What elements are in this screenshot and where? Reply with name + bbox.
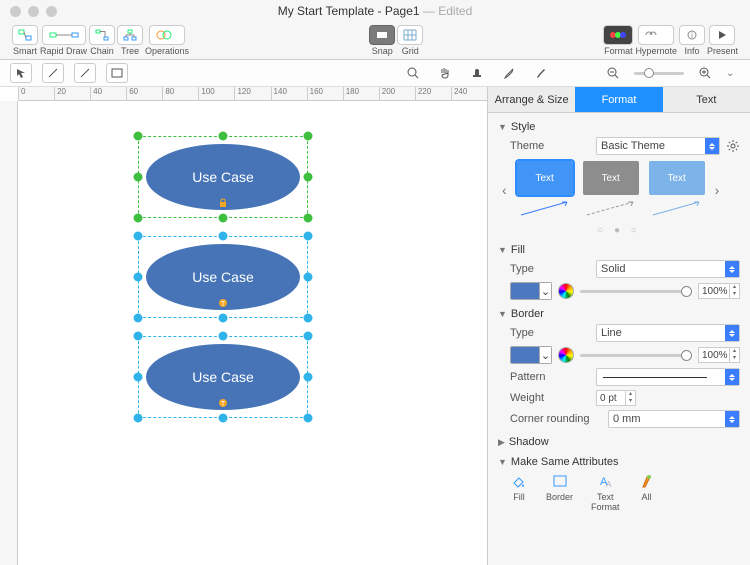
- theme-prev-icon[interactable]: ‹: [502, 182, 507, 198]
- fill-color-swatch[interactable]: ⌄: [510, 282, 552, 300]
- border-opacity-field[interactable]: 100%▴▾: [698, 347, 740, 363]
- svg-text:T: T: [221, 401, 226, 408]
- hypernote-tool[interactable]: Hypernote: [635, 25, 677, 56]
- tab-arrange-size[interactable]: Arrange & Size: [488, 87, 575, 112]
- ruler-horizontal: 020406080100120140160180200220240: [18, 87, 487, 101]
- snap-tool[interactable]: Snap: [369, 25, 395, 56]
- text-tool[interactable]: [106, 63, 128, 83]
- fill-section-header[interactable]: ▼Fill: [498, 244, 740, 256]
- brush-tool[interactable]: [530, 63, 552, 83]
- operations-tool[interactable]: Operations: [145, 25, 189, 56]
- use-case-shape[interactable]: Use CaseT: [138, 336, 308, 418]
- theme-card-3[interactable]: Text: [649, 161, 705, 219]
- border-color-wheel[interactable]: [558, 347, 574, 363]
- info-tool[interactable]: iInfo: [679, 25, 705, 56]
- border-type-select[interactable]: Line: [596, 324, 740, 342]
- gear-icon[interactable]: [726, 139, 740, 153]
- shadow-section-header[interactable]: ▶Shadow: [498, 436, 740, 448]
- style-section-header[interactable]: ▼Style: [498, 121, 740, 133]
- fill-type-label: Type: [510, 263, 590, 275]
- tab-format[interactable]: Format: [575, 87, 662, 112]
- theme-label: Theme: [510, 140, 590, 152]
- fill-color-wheel[interactable]: [558, 283, 574, 299]
- svg-text:i: i: [691, 31, 693, 40]
- smart-tool[interactable]: Smart: [12, 25, 38, 56]
- inspector-panel: Arrange & Size Format Text ▼Style Theme …: [487, 87, 750, 565]
- present-tool[interactable]: Present: [707, 25, 738, 56]
- window-titlebar: My Start Template - Page1 — Edited: [0, 0, 750, 22]
- lock-icon: [218, 198, 228, 208]
- badge-icon: T: [218, 298, 228, 308]
- border-section-header[interactable]: ▼Border: [498, 308, 740, 320]
- same-fill-button[interactable]: Fill: [510, 472, 528, 512]
- grid-tool[interactable]: Grid: [397, 25, 423, 56]
- weight-label: Weight: [510, 392, 590, 404]
- corner-select[interactable]: 0 mm: [608, 410, 740, 428]
- same-all-button[interactable]: All: [638, 472, 656, 512]
- same-attrs-header[interactable]: ▼Make Same Attributes: [498, 456, 740, 468]
- window-controls[interactable]: [10, 6, 57, 17]
- connector-tool[interactable]: [74, 63, 96, 83]
- use-case-shape[interactable]: Use CaseT: [138, 236, 308, 318]
- format-tool[interactable]: Format: [603, 25, 633, 56]
- zoom-slider[interactable]: [634, 72, 684, 75]
- theme-card-1[interactable]: Text: [517, 161, 573, 219]
- fill-type-select[interactable]: Solid: [596, 260, 740, 278]
- tree-tool[interactable]: Tree: [117, 25, 143, 56]
- svg-text:T: T: [221, 301, 226, 308]
- theme-select[interactable]: Basic Theme: [596, 137, 720, 155]
- arrow-tool[interactable]: [10, 63, 32, 83]
- zoom-search-icon[interactable]: [402, 63, 424, 83]
- tab-text[interactable]: Text: [663, 87, 750, 112]
- ruler-vertical: [0, 101, 18, 565]
- pattern-select[interactable]: [596, 368, 740, 386]
- canvas-area[interactable]: 020406080100120140160180200220240 Use Ca…: [0, 87, 487, 565]
- zoom-in-icon[interactable]: [694, 63, 716, 83]
- zoom-dropdown-icon[interactable]: ⌄: [726, 68, 740, 79]
- theme-card-2[interactable]: Text: [583, 161, 639, 219]
- same-border-button[interactable]: Border: [546, 472, 573, 512]
- stamp-tool[interactable]: [466, 63, 488, 83]
- eyedropper-tool[interactable]: [498, 63, 520, 83]
- border-type-label: Type: [510, 327, 590, 339]
- corner-label: Corner rounding: [510, 413, 602, 425]
- main-toolbar: Smart Rapid Draw Chain Tree Operations S…: [0, 22, 750, 60]
- line-tool[interactable]: [42, 63, 64, 83]
- same-textformat-button[interactable]: AAText Format: [591, 472, 620, 512]
- sub-toolbar: ⌄: [0, 60, 750, 87]
- theme-page-dots[interactable]: ○ ● ○: [498, 225, 740, 236]
- svg-text:A: A: [606, 480, 612, 489]
- theme-next-icon[interactable]: ›: [715, 182, 720, 198]
- fill-opacity-field[interactable]: 100%▴▾: [698, 283, 740, 299]
- weight-field[interactable]: 0 pt▴▾: [596, 390, 636, 406]
- hand-tool[interactable]: [434, 63, 456, 83]
- use-case-shape[interactable]: Use Case: [138, 136, 308, 218]
- rapid-draw-tool[interactable]: Rapid Draw: [40, 25, 87, 56]
- document-title: My Start Template - Page1 — Edited: [278, 4, 473, 18]
- zoom-out-icon[interactable]: [602, 63, 624, 83]
- chain-tool[interactable]: Chain: [89, 25, 115, 56]
- border-opacity-slider[interactable]: [580, 354, 692, 357]
- pattern-label: Pattern: [510, 371, 590, 383]
- border-color-swatch[interactable]: ⌄: [510, 346, 552, 364]
- badge-icon: T: [218, 398, 228, 408]
- fill-opacity-slider[interactable]: [580, 290, 692, 293]
